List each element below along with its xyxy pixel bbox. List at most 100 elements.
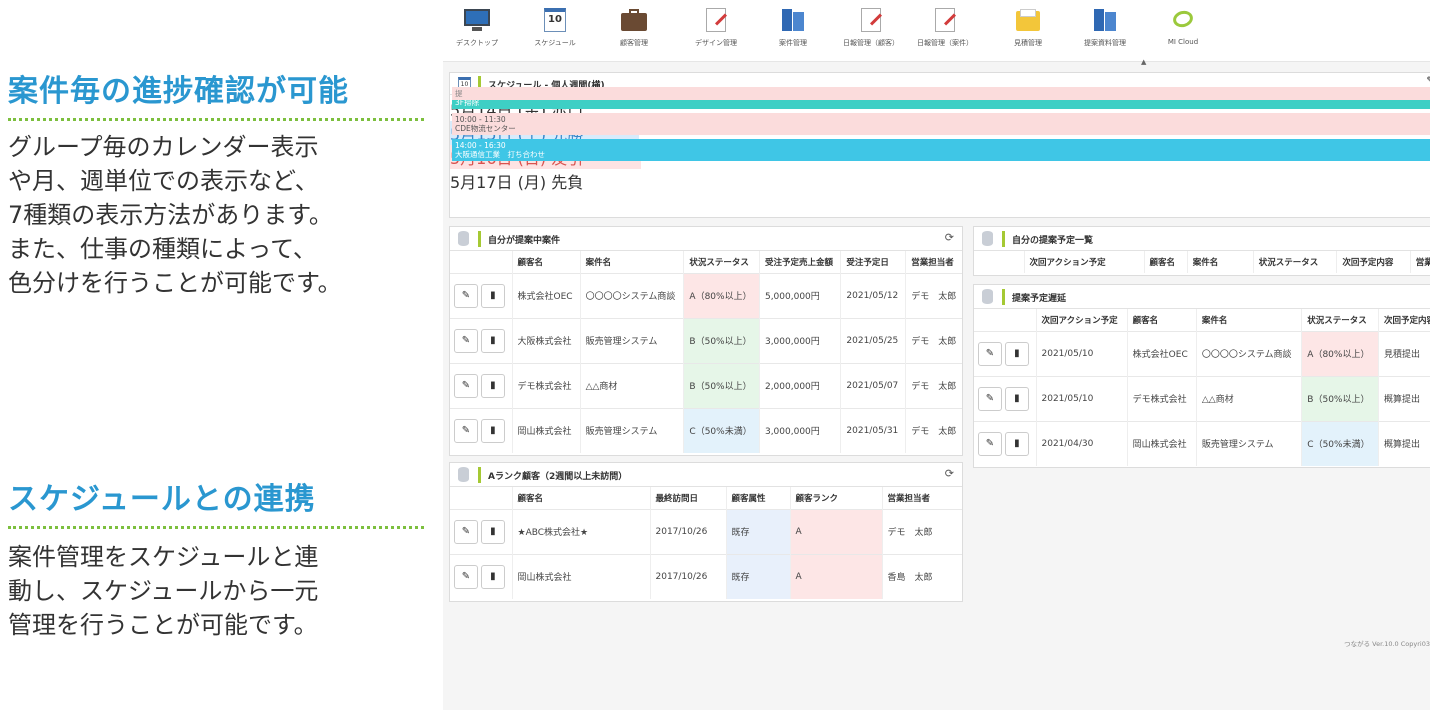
col-header: 営業担当者	[882, 487, 962, 509]
cases-header: 自分が提案中案件 ⟳	[450, 227, 962, 251]
rank-a-table: 顧客名 最終訪問日 顧客属性 顧客ランク 営業担当者 ✎ ▮ ★ABC株式会社★ 2…	[450, 487, 962, 599]
folders-icon	[779, 6, 807, 34]
table-row[interactable]: ✎ ▮ 2021/05/10 株式会社OEC 〇〇〇〇システム商談 A（80%以上） 見積…	[974, 330, 1430, 376]
event[interactable]: 提	[452, 87, 1430, 100]
calendar-icon: 10	[541, 6, 569, 34]
col-header: 顧客属性	[726, 487, 791, 509]
cell-status: A（80%以上）	[1301, 330, 1380, 376]
cell-case: 販売管理システム	[580, 317, 685, 363]
document-button[interactable]: ▮	[480, 418, 505, 443]
col-header: 状況ステータス	[1253, 251, 1338, 273]
table-row[interactable]: ✎ ▮ デモ株式会社 △△商材 B（50%以上） 2,000,000円 2021/05/0…	[450, 362, 962, 408]
edit-button[interactable]: ✎	[454, 283, 478, 308]
database-icon	[982, 231, 993, 246]
promo-text-line: 7種類の表示方法があります。	[8, 201, 333, 229]
dotted-divider	[8, 526, 424, 529]
col-header: 次回アクション予定	[1036, 309, 1128, 331]
col-header: 顧客名	[512, 487, 651, 509]
edit-button[interactable]: ✎	[454, 328, 478, 353]
document-button[interactable]: ▮	[480, 328, 505, 353]
collapse-caret-icon[interactable]: ▲	[1141, 58, 1146, 66]
col-header: 顧客名	[1127, 309, 1197, 331]
edit-button[interactable]: ✎	[978, 341, 1002, 366]
edit-button[interactable]: ✎	[454, 519, 478, 544]
refresh-icon[interactable]: ⟳	[945, 231, 954, 244]
rank-a-title: Aランク顧客（2週間以上未訪問）	[488, 472, 628, 482]
col-header: 受注予定日	[840, 251, 907, 273]
cell-rep: デモ 太郎	[905, 272, 962, 318]
cell-case: 〇〇〇〇システム商談	[1196, 330, 1303, 376]
toolbar-daily-customer[interactable]: 日報管理（顧客）	[831, 6, 911, 48]
toolbar-cases[interactable]: 案件管理	[753, 6, 833, 48]
rank-a-panel: Aランク顧客（2週間以上未訪問） ⟳ 顧客名 最終訪問日 顧客属性 顧客ランク …	[449, 462, 963, 602]
cell-status: A（80%以上）	[683, 272, 760, 318]
cell-customer: 株式会社OEC	[512, 272, 581, 318]
edit-button[interactable]: ✎	[454, 418, 478, 443]
table-row[interactable]: ✎ ▮ ★ABC株式会社★ 2017/10/26 既存 A デモ 太郎	[450, 508, 962, 554]
document-button[interactable]: ▮	[480, 373, 505, 398]
document-button[interactable]: ▮	[480, 564, 505, 589]
promo-text-line: や月、週単位での表示など、	[8, 167, 319, 195]
document-button[interactable]: ▮	[480, 519, 505, 544]
cell-status: B（50%以上）	[683, 362, 760, 408]
proposal-schedule-panel: 自分の提案予定一覧 次回アクション予定 顧客名 案件名 状況ステータス 次回予定…	[973, 226, 1430, 276]
cell-customer: 岡山株式会社	[1127, 420, 1197, 466]
cell-attribute: 既存	[726, 508, 791, 554]
cell-customer: ★ABC株式会社★	[512, 508, 651, 554]
pencil-doc-icon	[857, 6, 885, 34]
cell-case: △△商材	[580, 362, 685, 408]
table-row[interactable]: ✎ ▮ 岡山株式会社 2017/10/26 既存 A 香島 太郎	[450, 553, 962, 599]
document-button[interactable]: ▮	[1004, 341, 1029, 366]
briefcase-icon	[620, 6, 648, 34]
promo-text-line: 案件管理をスケジュールと連	[8, 543, 319, 571]
col-header: 最終訪問日	[650, 487, 727, 509]
col-header: 営業	[1410, 251, 1430, 273]
promo-panel: 案件毎の進捗確認が可能 グループ毎のカレンダー表示 や月、週単位での表示など、 …	[0, 0, 440, 710]
schedule-panel: 10 スケジュール - 個人週間(横) 5月13日 (木) 大安✎09:00 -…	[449, 72, 1430, 218]
toolbar-design[interactable]: デザイン管理	[676, 6, 756, 48]
table-row[interactable]: ✎ ▮ 2021/05/10 デモ株式会社 △△商材 B（50%以上） 概算提出	[974, 375, 1430, 421]
event[interactable]: 14:00 - 16:30 大阪通信工業 打ち合わせ	[452, 139, 1430, 161]
document-button[interactable]: ▮	[1004, 431, 1029, 456]
edit-button[interactable]: ✎	[454, 373, 478, 398]
cell-rep: デモ 太郎	[905, 407, 962, 453]
event[interactable]: 10:00 - 11:30 CDE物流センター	[452, 113, 1430, 135]
cell-case: 販売管理システム	[580, 407, 685, 453]
toolbar-customer[interactable]: 顧客管理	[594, 6, 674, 48]
cell-case: △△商材	[1196, 375, 1303, 421]
toolbar-schedule[interactable]: 10 スケジュール	[515, 6, 595, 48]
pencil-doc-icon	[702, 6, 730, 34]
cell-amount: 3,000,000円	[759, 317, 842, 363]
toolbar-estimate[interactable]: 見積管理	[988, 6, 1068, 48]
document-button[interactable]: ▮	[480, 283, 505, 308]
col-header: 次回予定内容	[1378, 309, 1430, 331]
toolbar-daily-case[interactable]: 日報管理（案件）	[905, 6, 985, 48]
promo-heading-schedule: スケジュールとの連携	[8, 482, 316, 517]
day-header[interactable]: 5月17日 (月) 先負	[450, 169, 641, 193]
toolbar-desktop[interactable]: デスクトップ	[443, 6, 517, 48]
cell-rep: 香島 太郎	[882, 553, 962, 599]
table-row[interactable]: ✎ ▮ 岡山株式会社 販売管理システム C（50%未満） 3,000,000円 2021/…	[450, 407, 962, 453]
cell-attribute: 既存	[726, 553, 791, 599]
delayed-panel: 提案予定遅延 次回アクション予定 顧客名 案件名 状況ステータス 次回予定内容 …	[973, 284, 1430, 468]
cell-customer: 株式会社OEC	[1127, 330, 1197, 376]
edit-button[interactable]: ✎	[978, 386, 1002, 411]
folder-icon	[1014, 6, 1042, 34]
table-row[interactable]: ✎ ▮ 2021/04/30 岡山株式会社 販売管理システム C（50%未満） 概算提出	[974, 420, 1430, 466]
edit-icon[interactable]: ✎	[1426, 76, 1430, 86]
cell-date: 2021/05/07	[840, 362, 907, 408]
col-header: 顧客名	[1144, 251, 1188, 273]
refresh-icon[interactable]: ⟳	[945, 467, 954, 480]
cell-status: C（50%未満）	[683, 407, 760, 453]
toolbar-mi-cloud[interactable]: MI Cloud	[1143, 6, 1223, 46]
cell-case: 販売管理システム	[1196, 420, 1303, 466]
table-row[interactable]: ✎ ▮ 株式会社OEC 〇〇〇〇システム商談 A（80%以上） 5,000,000円 20…	[450, 272, 962, 318]
proposal-schedule-header: 自分の提案予定一覧	[974, 227, 1430, 251]
table-row[interactable]: ✎ ▮ 大阪株式会社 販売管理システム B（50%以上） 3,000,000円 2021/…	[450, 317, 962, 363]
document-button[interactable]: ▮	[1004, 386, 1029, 411]
col-header: 案件名	[1196, 309, 1303, 331]
col-header: 案件名	[580, 251, 685, 273]
edit-button[interactable]: ✎	[454, 564, 478, 589]
edit-button[interactable]: ✎	[978, 431, 1002, 456]
toolbar-proposal-docs[interactable]: 提案資料管理	[1065, 6, 1145, 48]
